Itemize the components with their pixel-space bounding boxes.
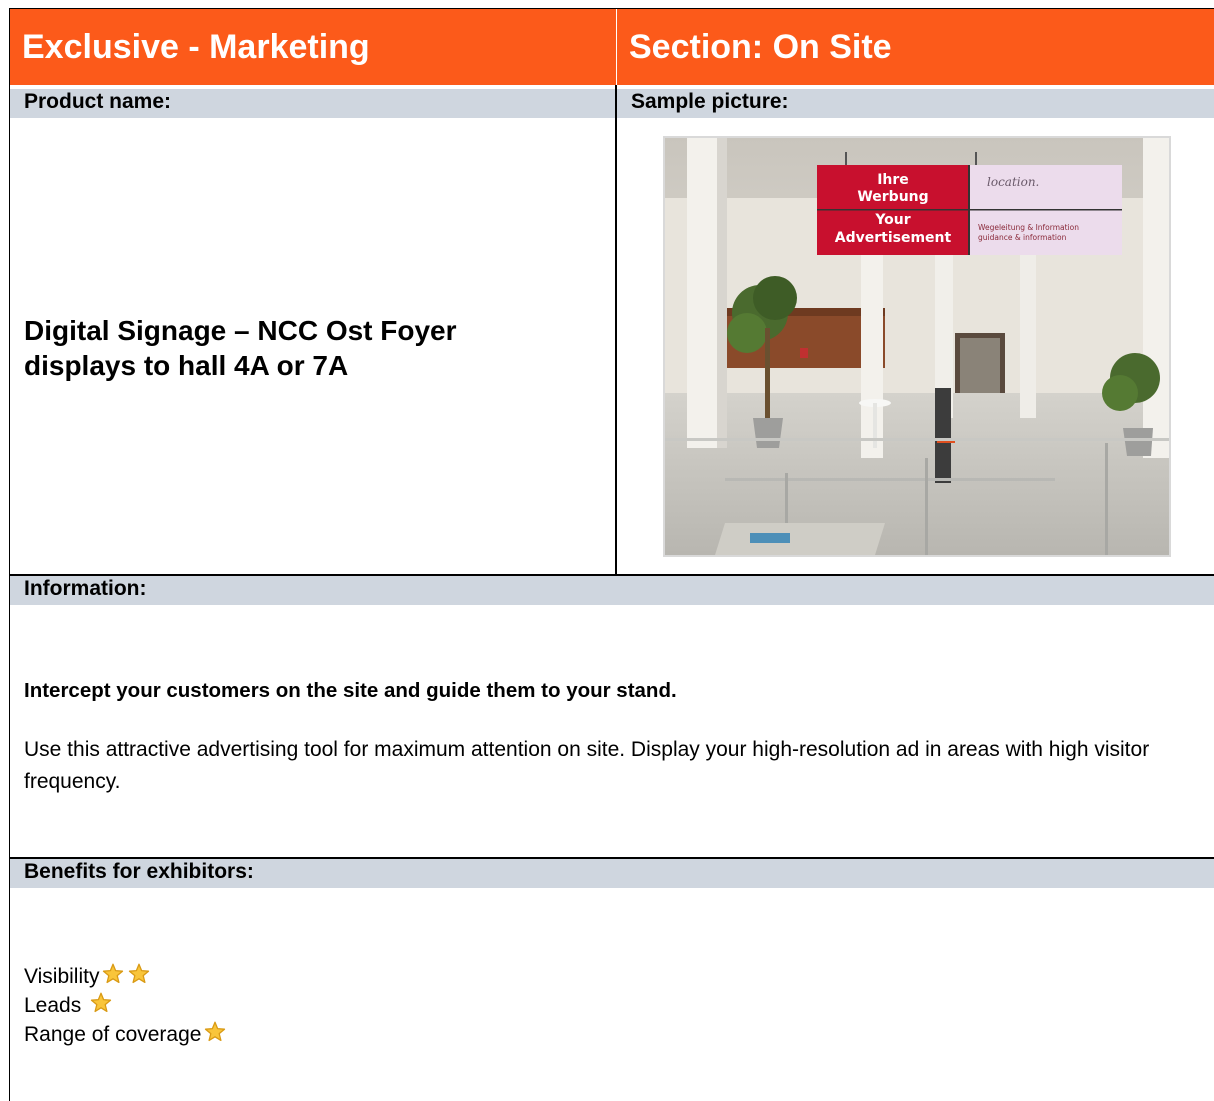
benefit-label: Range of coverage [24, 1023, 202, 1046]
header-left: Exclusive - Marketing [10, 9, 616, 85]
sample-picture-label-band: Sample picture: [617, 89, 1214, 118]
information-label-band: Information: [10, 576, 1214, 605]
sign-text-2: Werbung [857, 189, 928, 205]
benefit-stars [87, 991, 113, 1021]
benefit-visibility: Visibility [24, 963, 151, 991]
benefit-label: Leads [24, 994, 82, 1017]
benefits-label-band: Benefits for exhibitors: [10, 859, 1214, 888]
star-icon [129, 963, 150, 984]
header-right-title: Section: On Site [629, 27, 892, 66]
product-name: Digital Signage – NCC Ost Foyer displays… [24, 313, 584, 383]
sign-info-1: Wegeleitung & Information [978, 223, 1079, 232]
benefit-stars [99, 962, 151, 992]
star-icon [205, 1021, 226, 1042]
benefit-range: Range of coverage [24, 1021, 227, 1049]
product-name-label: Product name: [24, 90, 172, 113]
product-name-label-band: Product name: [10, 89, 615, 118]
benefit-stars [201, 1020, 227, 1050]
header-left-title: Exclusive - Marketing [22, 27, 370, 66]
product-sheet: Exclusive - Marketing Section: On Site P… [9, 8, 1214, 1101]
benefits-label: Benefits for exhibitors: [24, 860, 254, 883]
row-divider [10, 857, 1214, 859]
sign-logo: location. [987, 175, 1039, 189]
header-right: Section: On Site [617, 9, 1214, 85]
sign-text-3: Your [874, 212, 910, 228]
benefit-label: Visibility [24, 965, 100, 988]
information-body: Use this attractive advertising tool for… [24, 738, 1150, 793]
sign-info-2: guidance & information [978, 233, 1067, 242]
sample-picture: Ihre Werbung Your Advertisement location… [663, 136, 1171, 557]
benefit-leads: Leads [24, 992, 113, 1020]
column-divider [615, 85, 617, 576]
product-name-line-1: Digital Signage – NCC Ost Foyer [24, 315, 457, 346]
star-icon [103, 963, 124, 984]
product-name-line-2: displays to hall 4A or 7A [24, 350, 349, 381]
information-label: Information: [24, 577, 147, 600]
star-icon [91, 992, 112, 1013]
sign-text-1: Ihre [877, 172, 909, 188]
sample-picture-label: Sample picture: [631, 90, 789, 113]
sign-text-4: Advertisement [835, 230, 952, 246]
row-divider [10, 574, 1214, 576]
information-lead: Intercept your customers on the site and… [24, 679, 677, 702]
foyer-photo: Ihre Werbung Your Advertisement location… [665, 138, 1169, 555]
